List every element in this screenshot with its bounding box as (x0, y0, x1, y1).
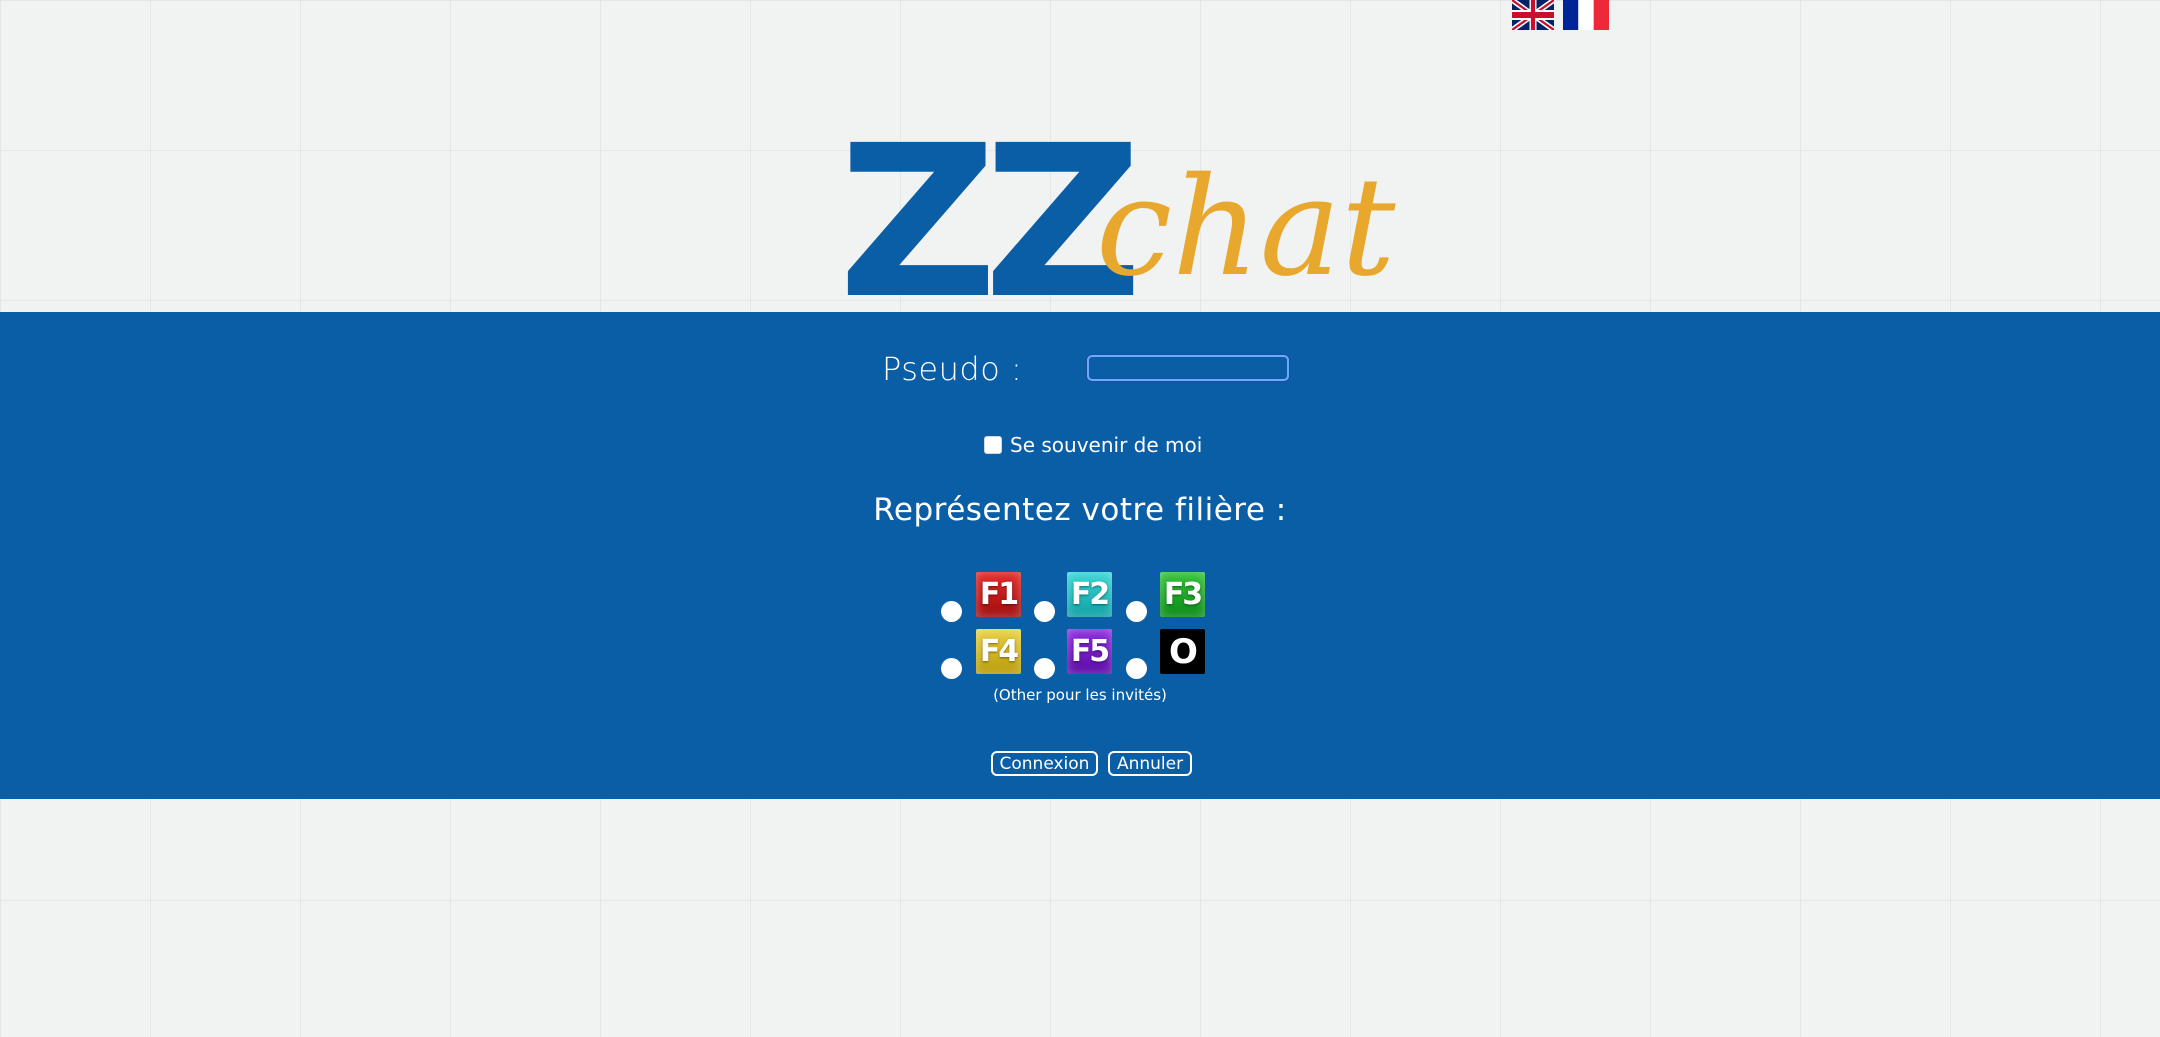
filiere-title: Représentez votre filière : (873, 492, 1287, 528)
france-flag-icon[interactable] (1563, 0, 1609, 30)
radio-f1[interactable] (941, 601, 962, 622)
f1-badge-icon[interactable]: F1 (976, 572, 1021, 617)
remember-me[interactable]: Se souvenir de moi (984, 433, 1202, 457)
uk-flag-icon[interactable] (1512, 0, 1554, 30)
remember-label: Se souvenir de moi (1010, 433, 1203, 457)
f5-badge-icon[interactable]: F5 (1067, 629, 1112, 674)
pseudo-label: Pseudo : (882, 350, 1023, 388)
radio-f3[interactable] (1126, 601, 1147, 622)
logo-chat-text: chat (1096, 149, 1396, 307)
logo-zz-text: ZZ (838, 100, 1143, 345)
radio-f4[interactable] (941, 658, 962, 679)
connexion-button[interactable]: Connexion (991, 751, 1098, 776)
f4-badge-icon[interactable]: F4 (976, 629, 1021, 674)
login-panel: Pseudo : Se souvenir de moi Représentez … (0, 312, 2160, 799)
radio-f5[interactable] (1034, 658, 1055, 679)
pseudo-input[interactable] (1087, 355, 1289, 381)
f2-badge-icon[interactable]: F2 (1067, 572, 1112, 617)
remember-checkbox[interactable] (984, 436, 1002, 454)
annuler-button[interactable]: Annuler (1108, 751, 1192, 776)
f3-badge-icon[interactable]: F3 (1160, 572, 1205, 617)
other-note: (Other pour les invités) (993, 686, 1167, 704)
radio-other[interactable] (1126, 658, 1147, 679)
other-badge-icon[interactable]: O (1160, 629, 1205, 674)
radio-f2[interactable] (1034, 601, 1055, 622)
zzchat-logo: ZZ chat (838, 118, 1396, 328)
